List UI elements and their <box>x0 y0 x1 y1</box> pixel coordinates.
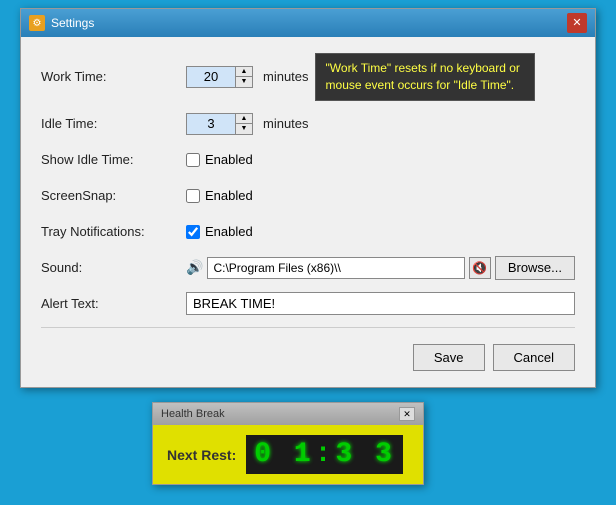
app-icon: ⚙ <box>29 15 45 31</box>
mute-button[interactable]: 🔇 <box>469 257 491 279</box>
alert-text-row: Alert Text: <box>41 291 575 317</box>
work-time-spinner: ▲ ▼ <box>186 66 253 88</box>
idle-time-row: Idle Time: ▲ ▼ minutes <box>41 111 575 137</box>
speaker-icon[interactable]: 🔊 <box>186 259 203 276</box>
show-idle-control: Enabled <box>186 152 253 167</box>
settings-window: ⚙ Settings ✕ Work Time: ▲ ▼ minutes "Wor… <box>20 8 596 388</box>
health-break-window: Health Break ✕ Next Rest: 0 1 : 3 3 <box>152 402 424 485</box>
show-idle-label: Show Idle Time: <box>41 152 186 167</box>
title-bar: ⚙ Settings ✕ <box>21 9 595 37</box>
sound-path-input[interactable] <box>207 257 464 279</box>
sound-label: Sound: <box>41 260 186 275</box>
idle-time-control: ▲ ▼ minutes <box>186 113 575 135</box>
screensnap-label: ScreenSnap: <box>41 188 186 203</box>
tray-notif-enabled-label: Enabled <box>205 224 253 239</box>
sound-row: Sound: 🔊 🔇 Browse... <box>41 255 575 281</box>
tooltip-text: "Work Time" resets if no keyboard or mou… <box>326 61 520 92</box>
window-title: Settings <box>51 16 94 30</box>
idle-time-label: Idle Time: <box>41 116 186 131</box>
tooltip-box: "Work Time" resets if no keyboard or mou… <box>315 53 535 101</box>
work-time-down[interactable]: ▼ <box>236 77 252 87</box>
separator <box>41 327 575 328</box>
idle-time-up[interactable]: ▲ <box>236 114 252 124</box>
close-button[interactable]: ✕ <box>567 13 587 33</box>
work-time-up[interactable]: ▲ <box>236 67 252 77</box>
display-digits2: 3 3 <box>335 439 394 470</box>
work-time-control: ▲ ▼ minutes "Work Time" resets if no key… <box>186 53 575 101</box>
cancel-button[interactable]: Cancel <box>493 344 575 371</box>
tray-notif-row: Tray Notifications: Enabled <box>41 219 575 245</box>
idle-time-input[interactable] <box>187 114 235 134</box>
display-colon1: : <box>315 439 335 470</box>
tray-notif-label: Tray Notifications: <box>41 224 186 239</box>
digital-display: 0 1 : 3 3 <box>246 435 403 474</box>
show-idle-row: Show Idle Time: Enabled <box>41 147 575 173</box>
idle-time-down[interactable]: ▼ <box>236 124 252 134</box>
work-time-unit: minutes <box>263 69 309 84</box>
sound-control: 🔊 🔇 Browse... <box>186 256 575 280</box>
next-rest-label: Next Rest: <box>167 447 236 463</box>
alert-text-input[interactable] <box>186 292 575 315</box>
tray-notif-control: Enabled <box>186 224 253 239</box>
browse-button[interactable]: Browse... <box>495 256 575 280</box>
display-digits: 0 1 <box>254 439 313 470</box>
alert-text-label: Alert Text: <box>41 296 186 311</box>
health-close-button[interactable]: ✕ <box>399 407 415 421</box>
screensnap-row: ScreenSnap: Enabled <box>41 183 575 209</box>
show-idle-checkbox[interactable] <box>186 153 200 167</box>
idle-time-spin-buttons: ▲ ▼ <box>235 114 252 134</box>
idle-time-unit: minutes <box>263 116 309 131</box>
health-window-title: Health Break <box>161 408 225 420</box>
save-button[interactable]: Save <box>413 344 485 371</box>
show-idle-enabled-label: Enabled <box>205 152 253 167</box>
button-row: Save Cancel <box>41 344 575 371</box>
screensnap-control: Enabled <box>186 188 253 203</box>
window-content: Work Time: ▲ ▼ minutes "Work Time" reset… <box>21 37 595 387</box>
work-time-spin-buttons: ▲ ▼ <box>235 67 252 87</box>
screensnap-checkbox[interactable] <box>186 189 200 203</box>
title-bar-left: ⚙ Settings <box>29 15 94 31</box>
health-title-bar: Health Break ✕ <box>153 403 423 425</box>
work-time-label: Work Time: <box>41 69 186 84</box>
idle-time-spinner: ▲ ▼ <box>186 113 253 135</box>
health-content: Next Rest: 0 1 : 3 3 <box>153 425 423 484</box>
work-time-row: Work Time: ▲ ▼ minutes "Work Time" reset… <box>41 53 575 101</box>
screensnap-enabled-label: Enabled <box>205 188 253 203</box>
tray-notif-checkbox[interactable] <box>186 225 200 239</box>
work-time-input[interactable] <box>187 67 235 87</box>
